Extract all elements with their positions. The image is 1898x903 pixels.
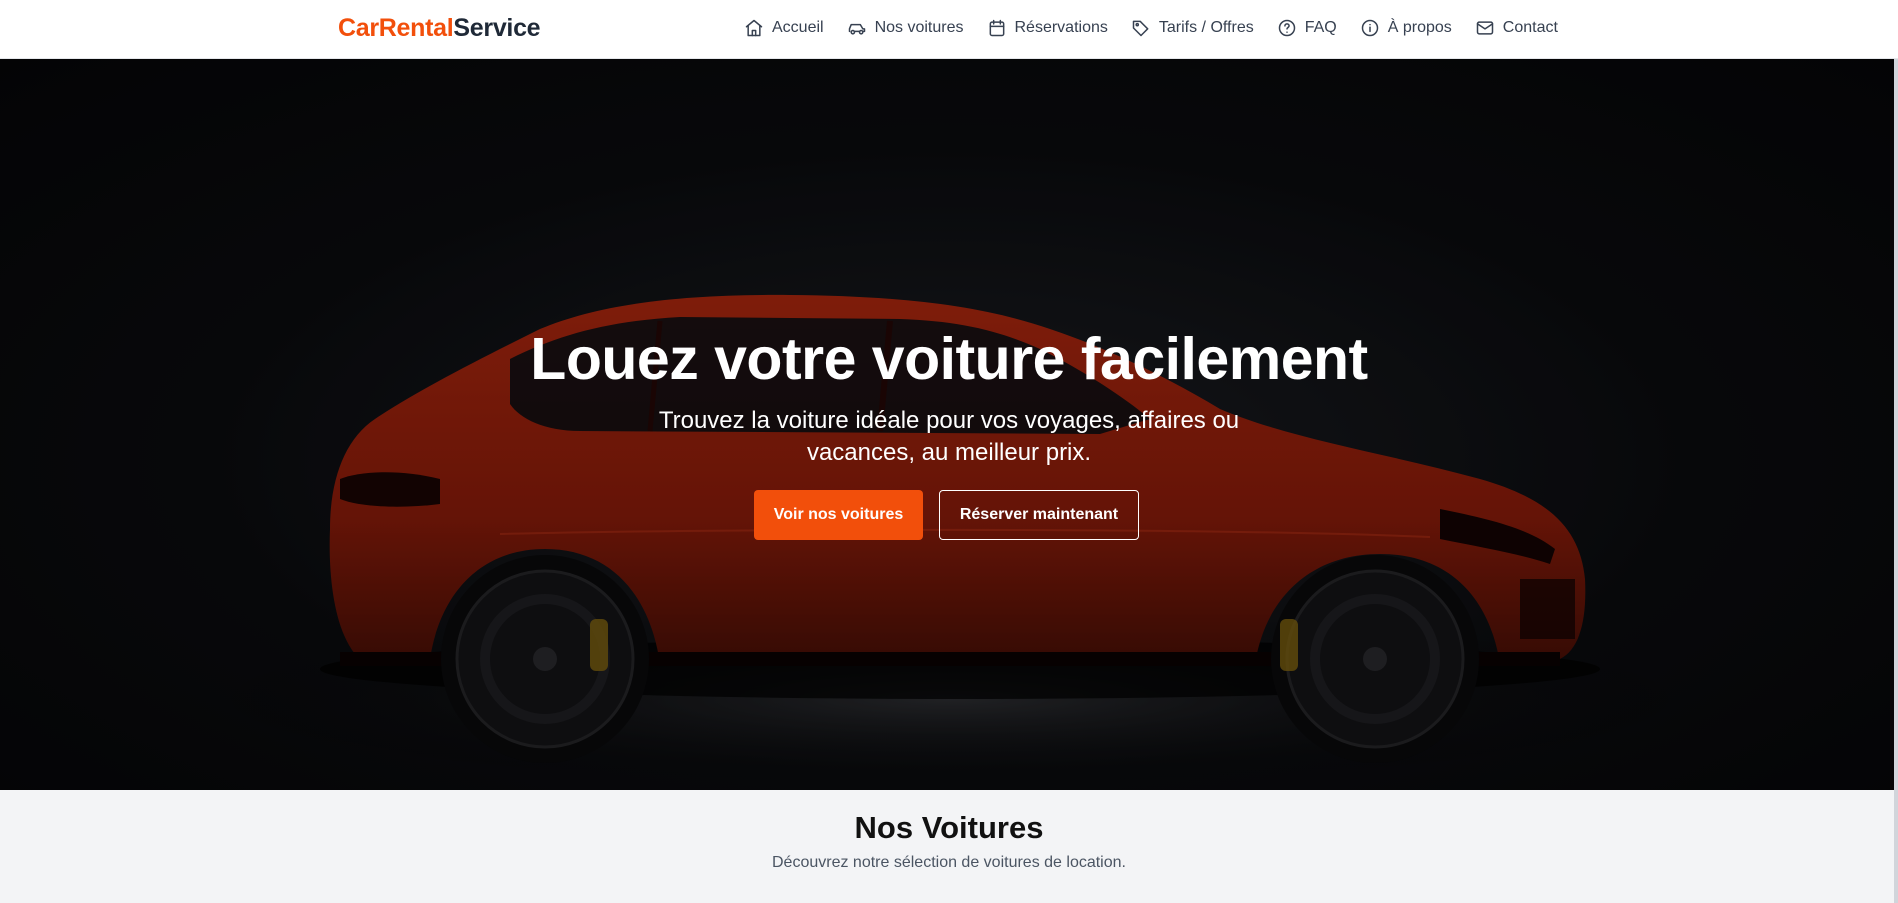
section-title: Nos Voitures xyxy=(854,810,1044,845)
help-circle-icon xyxy=(1278,19,1295,37)
nav-item-nos-voitures[interactable]: Nos voitures xyxy=(847,18,964,38)
scrollbar[interactable] xyxy=(1894,0,1898,903)
nav-label: Accueil xyxy=(772,19,824,36)
main-nav: Accueil Nos voitures Réservations Tarifs… xyxy=(744,0,1558,56)
hero-subtitle: Trouvez la voiture idéale pour vos voyag… xyxy=(658,407,1240,466)
top-navbar: CarRentalService Accueil Nos voitures Ré… xyxy=(0,0,1898,59)
info-icon xyxy=(1361,19,1378,37)
nav-label: Contact xyxy=(1502,19,1558,36)
calendar-icon xyxy=(989,19,1004,37)
brand-name-part1: CarRental xyxy=(338,14,454,42)
hero-title: Louez votre voiture facilement xyxy=(530,326,1368,392)
nav-item-accueil[interactable]: Accueil xyxy=(744,18,824,38)
book-now-button[interactable]: Réserver maintenant xyxy=(939,490,1139,540)
tag-icon xyxy=(1132,20,1149,37)
nav-item-contact[interactable]: Contact xyxy=(1475,18,1558,38)
nav-item-tarifs-offres[interactable]: Tarifs / Offres xyxy=(1131,18,1254,38)
nav-label: Réservations xyxy=(1014,19,1108,36)
nav-label: Nos voitures xyxy=(874,19,964,36)
nav-label: Tarifs / Offres xyxy=(1158,19,1254,36)
view-cars-button[interactable]: Voir nos voitures xyxy=(754,490,923,540)
home-icon xyxy=(745,19,763,37)
brand-logo[interactable]: CarRentalService xyxy=(338,14,541,43)
mail-icon xyxy=(1476,21,1494,35)
nav-item-faq[interactable]: FAQ xyxy=(1277,18,1337,38)
cars-section: Nos Voitures Découvrez notre sélection d… xyxy=(0,790,1898,903)
nav-label: FAQ xyxy=(1304,19,1337,36)
nav-item-a-propos[interactable]: À propos xyxy=(1360,18,1452,38)
hero-section: Louez votre voiture facilement Trouvez l… xyxy=(0,59,1898,790)
brand-name-part2: Service xyxy=(453,14,541,42)
car-icon xyxy=(848,23,865,35)
nav-item-reservations[interactable]: Réservations xyxy=(987,18,1108,38)
section-subtitle: Découvrez notre sélection de voitures de… xyxy=(772,854,1126,871)
nav-label: À propos xyxy=(1387,19,1452,36)
